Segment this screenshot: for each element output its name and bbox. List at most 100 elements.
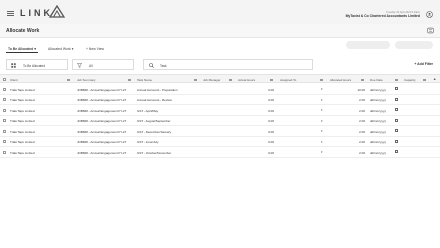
cell-allocated-hours[interactable]: 2.00: [330, 119, 365, 123]
settings-icon[interactable]: [427, 27, 434, 34]
row-checkbox[interactable]: [3, 119, 6, 122]
search-input[interactable]: Task: [143, 59, 313, 70]
column-header-actual-hours[interactable]: Actual Hours: [238, 78, 255, 82]
column-header-assigned-to[interactable]: Assigned To: [280, 78, 296, 82]
due-date-input[interactable]: dd/mm/yyyy: [370, 119, 386, 123]
cell-allocated-hours[interactable]: 2.00: [330, 98, 365, 102]
column-header-capacity[interactable]: Capacity: [404, 78, 416, 82]
table-row[interactable]: Trala Tapu Limited JOB828 - Annual Engage…: [0, 126, 440, 137]
cell-task-name: GST - December/January: [137, 129, 172, 134]
due-date-input[interactable]: dd/mm/yyyy: [370, 109, 386, 113]
row-checkbox[interactable]: [3, 98, 6, 101]
column-header-job-summary[interactable]: Job Summary: [77, 78, 96, 82]
user-icon[interactable]: [426, 11, 433, 18]
cell-allocated-hours[interactable]: 10.00: [330, 88, 365, 92]
page-title: Allocate Work: [6, 28, 40, 34]
chevron-down-icon[interactable]: ▾: [321, 98, 323, 102]
row-checkbox[interactable]: [3, 140, 6, 143]
chevron-down-icon[interactable]: ▾: [321, 129, 323, 133]
column-menu-icon[interactable]: [395, 79, 398, 81]
cell-allocated-hours[interactable]: 2.00: [330, 130, 365, 134]
action-button-disabled[interactable]: [395, 41, 433, 49]
cell-task-name: GST - August/September: [137, 119, 171, 123]
cell-job-summary: JOB828 - Annual Engagement FY-27: [77, 150, 127, 155]
tab-allocated-work[interactable]: Allocated Work ▾: [46, 46, 75, 52]
table-row[interactable]: Trala Tapu Limited JOB828 - Annual Engage…: [0, 94, 440, 105]
column-header-allocated-hours[interactable]: Allocated Hours: [330, 78, 351, 82]
calendar-icon[interactable]: [395, 118, 398, 122]
column-menu-icon[interactable]: [423, 79, 426, 81]
due-date-input[interactable]: dd/mm/yyyy: [370, 140, 386, 144]
logo-mark-icon: [49, 5, 65, 18]
column-header-client[interactable]: Client: [10, 78, 18, 82]
column-header-job-manager[interactable]: Job Manager: [203, 78, 221, 82]
table-row[interactable]: Trala Tapu Limited JOB828 - Annual Engage…: [0, 147, 440, 158]
calendar-icon[interactable]: [395, 139, 398, 143]
cell-actual-hours: 0.00: [268, 119, 274, 123]
company-name: MyTaxist & Co Chartered Accountants Limi…: [345, 14, 420, 18]
tab-label: Allocated Work: [48, 47, 71, 51]
cell-allocated-hours[interactable]: 2.00: [330, 109, 365, 113]
column-header-due-date[interactable]: Due Date: [370, 78, 383, 82]
chevron-down-icon: ▾: [34, 47, 36, 51]
calendar-icon[interactable]: [395, 108, 398, 112]
table-row[interactable]: Trala Tapu Limited JOB828 - Annual Engage…: [0, 115, 440, 126]
column-header-task-name[interactable]: Task Name: [137, 78, 152, 82]
row-checkbox[interactable]: [3, 150, 6, 154]
column-menu-icon[interactable]: [270, 79, 273, 81]
due-date-input[interactable]: dd/mm/yyyy: [370, 151, 386, 155]
calendar-icon[interactable]: [395, 87, 398, 91]
scope-filter[interactable]: All: [72, 59, 134, 70]
menu-icon[interactable]: [7, 11, 14, 16]
select-all-checkbox[interactable]: [3, 77, 6, 81]
column-menu-icon[interactable]: [128, 79, 131, 81]
column-menu-icon[interactable]: [194, 79, 197, 81]
cell-actual-hours: 0.00: [268, 87, 274, 92]
table-row[interactable]: Trala Tapu Limited JOB828 - Annual Engage…: [0, 136, 440, 147]
tab-label: + New View: [86, 47, 104, 51]
table-row[interactable]: Trala Tapu Limited JOB828 - Annual Engage…: [0, 84, 440, 95]
page-title-bar: Allocate Work: [0, 24, 440, 38]
cell-allocated-hours[interactable]: 2.00: [330, 151, 365, 155]
grid-icon: [11, 63, 16, 68]
add-filter-button[interactable]: + Add Filter: [414, 62, 433, 66]
tab-to-be-allocated[interactable]: To Be Allocated ▾: [6, 46, 38, 53]
column-menu-icon[interactable]: [229, 79, 232, 81]
chevron-down-icon[interactable]: ▾: [321, 140, 323, 144]
column-menu-icon[interactable]: [320, 79, 323, 81]
cell-client: Trala Tapu Limited: [10, 140, 35, 144]
view-filter[interactable]: To Be Allocated: [6, 59, 68, 70]
row-checkbox[interactable]: [3, 87, 6, 91]
chevron-down-icon[interactable]: ▾: [321, 87, 323, 91]
cell-actual-hours: 0.00: [268, 140, 274, 144]
calendar-icon[interactable]: [395, 97, 398, 101]
column-menu-icon[interactable]: [67, 79, 70, 81]
sort-arrow-icon[interactable]: ▲: [433, 77, 436, 81]
column-menu-icon[interactable]: [361, 79, 364, 81]
due-date-input[interactable]: dd/mm/yyyy: [370, 98, 386, 102]
cell-job-summary: JOB828 - Annual Engagement FY-27: [77, 98, 127, 102]
chevron-down-icon: ▾: [71, 47, 74, 51]
cell-job-summary: JOB828 - Annual Engagement FY-27: [77, 108, 127, 113]
calendar-icon[interactable]: [395, 150, 398, 154]
cell-task-name: GST - October/November: [137, 150, 172, 155]
row-checkbox[interactable]: [3, 129, 6, 133]
search-icon: [149, 63, 154, 68]
chevron-down-icon[interactable]: ▾: [321, 119, 323, 123]
action-button-disabled[interactable]: [346, 41, 390, 49]
app-header: LINK Tuesday 30 April 2024 5.34pm MyTaxi…: [0, 0, 440, 24]
chevron-down-icon[interactable]: ▾: [321, 108, 323, 112]
cell-client: Trala Tapu Limited: [10, 87, 35, 92]
row-checkbox[interactable]: [3, 108, 6, 112]
cell-allocated-hours[interactable]: 2.00: [330, 140, 365, 144]
chevron-down-icon[interactable]: ▾: [321, 150, 323, 154]
calendar-icon[interactable]: [395, 129, 398, 133]
table-row[interactable]: Trala Tapu Limited JOB828 - Annual Engage…: [0, 105, 440, 116]
due-date-input[interactable]: dd/mm/yyyy: [370, 88, 386, 92]
cell-client: Trala Tapu Limited: [10, 150, 35, 155]
tab-new-view[interactable]: + New View: [84, 46, 106, 52]
cell-client: Trala Tapu Limited: [10, 98, 35, 102]
cell-task-name: GST - April/May: [137, 108, 159, 113]
cell-job-summary: JOB828 - Annual Engagement FY-27: [77, 140, 127, 144]
due-date-input[interactable]: dd/mm/yyyy: [370, 130, 386, 134]
